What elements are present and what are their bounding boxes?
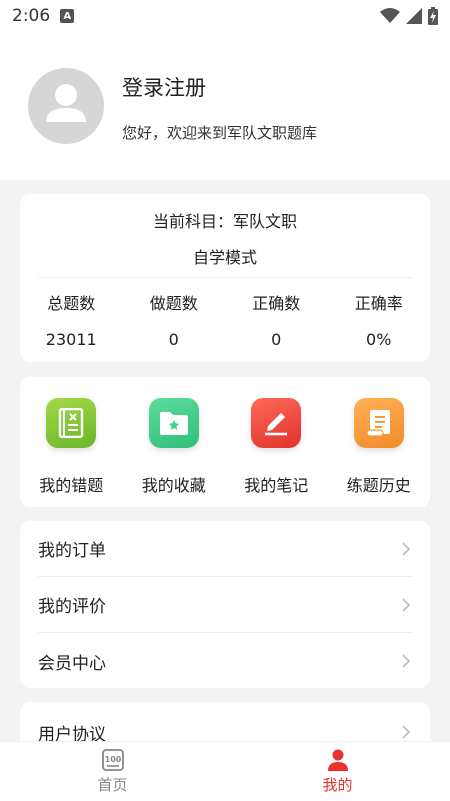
tools-card: 我的错题 我的收藏 我的笔记 练题历史 xyxy=(20,377,430,507)
user-icon xyxy=(327,749,348,771)
tool-history[interactable]: 练题历史 xyxy=(328,377,431,507)
stat-value: 0 xyxy=(168,330,179,349)
avatar[interactable] xyxy=(28,68,104,144)
notification-a-icon: A xyxy=(60,9,75,23)
default-user-icon xyxy=(46,84,86,122)
stat-value: 23011 xyxy=(45,330,97,349)
stat-label: 正确数 xyxy=(252,294,301,313)
profile-header: 登录注册 您好，欢迎来到军队文职题库 xyxy=(0,32,450,180)
chevron-right-icon xyxy=(402,541,411,556)
tool-label: 练题历史 xyxy=(346,476,411,495)
tab-label: 首页 xyxy=(97,776,128,794)
wifi-icon xyxy=(380,8,400,23)
tool-label: 我的笔记 xyxy=(244,476,309,495)
stat-value: 0 xyxy=(271,330,282,349)
tab-mine[interactable]: 我的 xyxy=(225,742,450,801)
tool-label: 我的收藏 xyxy=(141,476,206,495)
menu-item-label: 我的订单 xyxy=(38,541,106,561)
stat-correct: 正确数 0 xyxy=(225,290,328,349)
star-folder-icon xyxy=(148,398,199,448)
home-100-icon: 100 xyxy=(101,749,124,771)
signal-icon xyxy=(406,8,422,24)
menu-item-reviews[interactable]: 我的评价 xyxy=(38,577,412,633)
login-register-link[interactable]: 登录注册 xyxy=(122,72,206,102)
tool-notes[interactable]: 我的笔记 xyxy=(225,377,328,507)
stats-row: 总题数 23011 做题数 0 正确数 0 正确率 0% xyxy=(20,290,430,349)
tool-favorites[interactable]: 我的收藏 xyxy=(123,377,226,507)
stat-accuracy: 正确率 0% xyxy=(328,290,431,349)
status-bar: 2:06 A xyxy=(0,0,450,32)
tool-wrong-questions[interactable]: 我的错题 xyxy=(20,377,123,507)
wrong-book-icon xyxy=(46,398,97,448)
chevron-right-icon xyxy=(402,654,411,668)
stats-divider xyxy=(38,277,412,278)
tab-home[interactable]: 100 首页 xyxy=(0,742,225,801)
bottom-tab-bar: 100 首页 我的 xyxy=(0,741,450,801)
chevron-right-icon xyxy=(402,597,411,612)
menu-card: 我的订单 我的评价 会员中心 xyxy=(20,521,430,688)
stat-label: 总题数 xyxy=(47,294,96,313)
current-subject[interactable]: 当前科目：军队文职 xyxy=(20,208,430,232)
history-scroll-icon xyxy=(353,398,404,448)
stat-label: 做题数 xyxy=(149,294,198,313)
stat-total: 总题数 23011 xyxy=(20,290,123,349)
battery-charging-icon xyxy=(428,7,438,25)
pen-note-icon xyxy=(251,398,302,448)
subject-card: 当前科目：军队文职 自学模式 总题数 23011 做题数 0 正确数 0 正确率… xyxy=(20,194,430,362)
stat-label: 正确率 xyxy=(354,294,403,313)
tool-label: 我的错题 xyxy=(39,476,104,495)
svg-text:100: 100 xyxy=(104,755,121,764)
tab-label: 我的 xyxy=(322,776,353,794)
menu-item-membership[interactable]: 会员中心 xyxy=(38,633,412,689)
stat-value: 0% xyxy=(366,330,392,349)
stat-done: 做题数 0 xyxy=(123,290,226,349)
menu-item-orders[interactable]: 我的订单 xyxy=(38,521,412,577)
welcome-text: 您好，欢迎来到军队文职题库 xyxy=(122,124,318,142)
status-time: 2:06 xyxy=(12,6,51,26)
menu-item-label: 会员中心 xyxy=(38,653,106,674)
study-mode[interactable]: 自学模式 xyxy=(20,244,430,268)
menu-item-label: 我的评价 xyxy=(38,597,106,617)
chevron-right-icon xyxy=(402,725,411,739)
